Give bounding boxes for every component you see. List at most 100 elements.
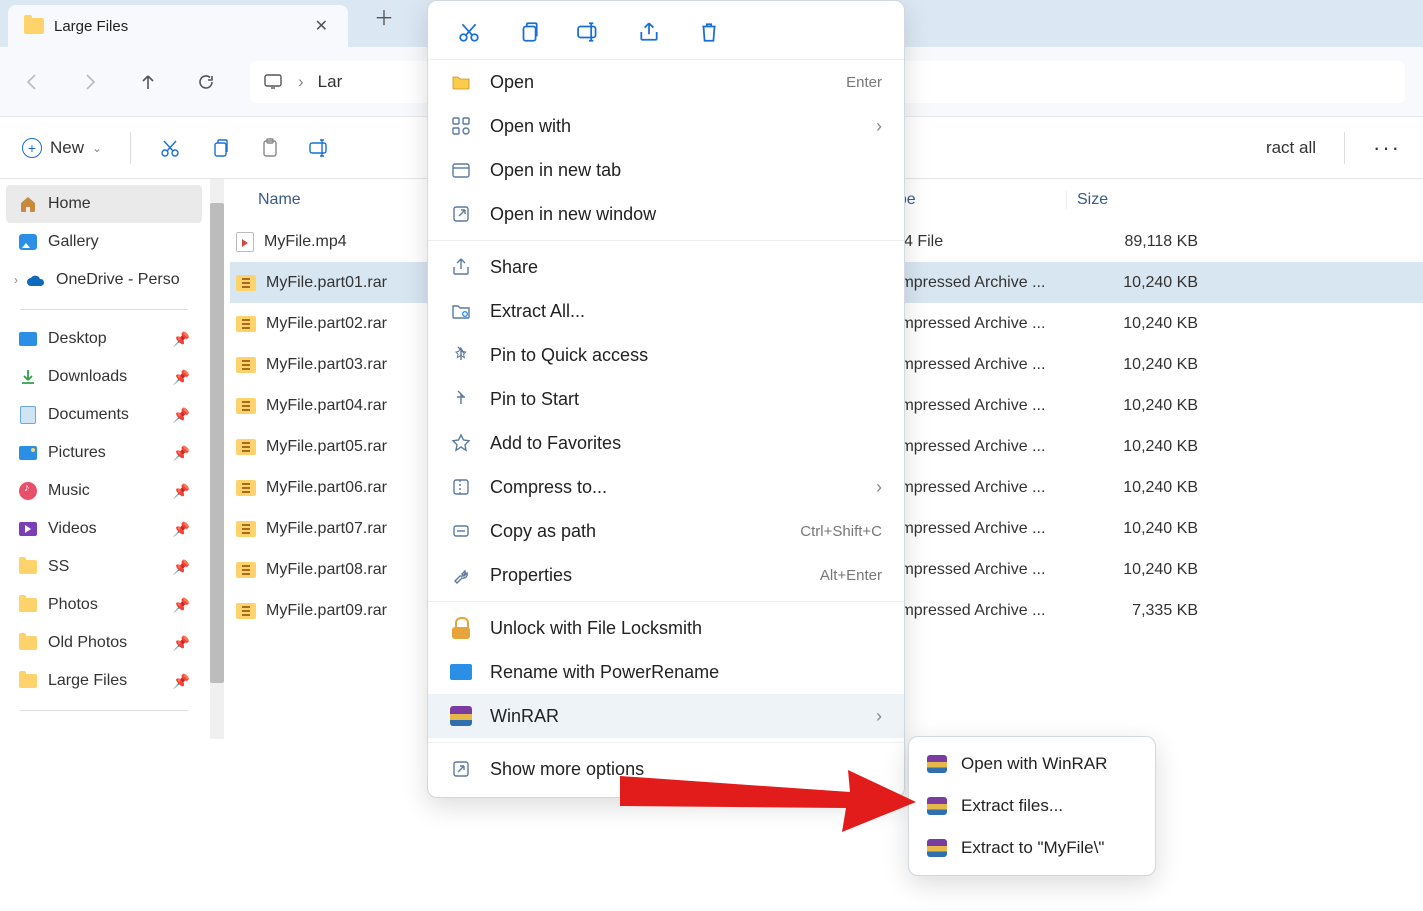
- ctx-cut-icon[interactable]: [456, 19, 482, 45]
- forward-button[interactable]: [76, 68, 104, 96]
- winrar-icon: [927, 797, 947, 815]
- ctx-copy-path[interactable]: Copy as path Ctrl+Shift+C: [428, 509, 904, 553]
- ctx-add-favorites[interactable]: Add to Favorites: [428, 421, 904, 465]
- file-name: MyFile.part02.rar: [266, 315, 387, 333]
- monitor-icon: [264, 74, 284, 90]
- folder-icon: [19, 598, 37, 612]
- sub-extract-to[interactable]: Extract to "MyFile\": [909, 827, 1155, 869]
- pin-icon: 📌: [173, 673, 190, 690]
- cut-button[interactable]: [159, 137, 181, 159]
- ctx-rename-icon[interactable]: [576, 19, 602, 45]
- pin-icon: 📌: [173, 597, 190, 614]
- winrar-submenu: Open with WinRAR Extract files... Extrac…: [908, 736, 1156, 876]
- sidebar-item-desktop[interactable]: Desktop📌: [6, 320, 202, 358]
- sidebar-item-documents[interactable]: Documents📌: [6, 396, 202, 434]
- ctx-open-new-tab[interactable]: Open in new tab: [428, 148, 904, 192]
- ctx-copy-icon[interactable]: [516, 19, 542, 45]
- ctx-compress[interactable]: Compress to... ›: [428, 465, 904, 509]
- tab-title: Large Files: [54, 18, 297, 35]
- sub-extract-files[interactable]: Extract files...: [909, 785, 1155, 827]
- plus-icon: +: [22, 138, 42, 158]
- new-tab-button[interactable]: ＋: [368, 0, 400, 37]
- ctx-open-new-window[interactable]: Open in new window: [428, 192, 904, 236]
- sidebar-item-label: Pictures: [48, 444, 106, 462]
- sidebar-item-label: SS: [48, 558, 69, 576]
- sidebar-item-large-files[interactable]: Large Files📌: [6, 662, 202, 700]
- winrar-icon: [927, 839, 947, 857]
- sidebar-home[interactable]: Home: [6, 185, 202, 223]
- refresh-button[interactable]: [192, 68, 220, 96]
- ctx-show-more[interactable]: Show more options: [428, 747, 904, 791]
- new-window-icon: [450, 203, 472, 225]
- sidebar-item-photos[interactable]: Photos 📌: [6, 586, 202, 624]
- sidebar-onedrive[interactable]: › OneDrive - Perso: [6, 261, 202, 299]
- sub-open-winrar[interactable]: Open with WinRAR: [909, 743, 1155, 785]
- paste-button[interactable]: [259, 137, 281, 159]
- sidebar-home-label: Home: [48, 195, 91, 213]
- chevron-down-icon: ⌄: [92, 141, 102, 155]
- more-options-icon: [450, 758, 472, 780]
- sidebar-item-downloads[interactable]: Downloads📌: [6, 358, 202, 396]
- file-icon: [236, 521, 256, 537]
- close-tab-button[interactable]: ✕: [307, 12, 336, 40]
- breadcrumb-separator: ›: [298, 72, 304, 92]
- sidebar-separator: [20, 309, 188, 310]
- ctx-share-icon[interactable]: [636, 19, 662, 45]
- onedrive-icon: [26, 270, 46, 290]
- lock-icon: [451, 617, 471, 639]
- file-icon: [236, 232, 254, 252]
- sidebar-item-old-photos[interactable]: Old Photos📌: [6, 624, 202, 662]
- ctx-delete-icon[interactable]: [696, 19, 722, 45]
- more-button[interactable]: ···: [1373, 135, 1401, 161]
- context-top-actions: [428, 1, 904, 60]
- file-icon: [236, 316, 256, 332]
- back-button[interactable]: [18, 68, 46, 96]
- extract-all-button[interactable]: ract all: [1266, 138, 1316, 158]
- tab-active[interactable]: Large Files ✕: [8, 5, 348, 47]
- sidebar-item-ss[interactable]: SS📌: [6, 548, 202, 586]
- file-name: MyFile.part05.rar: [266, 438, 387, 456]
- sidebar-item-pictures[interactable]: Pictures📌: [6, 434, 202, 472]
- ctx-extract-all[interactable]: Extract All...: [428, 289, 904, 333]
- sidebar-gallery[interactable]: Gallery: [6, 223, 202, 261]
- winrar-icon: [927, 755, 947, 773]
- separator: [1344, 132, 1345, 164]
- file-name: MyFile.mp4: [264, 233, 347, 251]
- pin-icon: 📌: [173, 483, 190, 500]
- rename-button[interactable]: [309, 137, 331, 159]
- ctx-open[interactable]: Open Enter: [428, 60, 904, 104]
- folder-icon: [19, 332, 37, 346]
- file-size: 10,240 KB: [1066, 438, 1216, 456]
- ctx-power-rename[interactable]: Rename with PowerRename: [428, 650, 904, 694]
- chevron-right-icon: ›: [876, 477, 882, 498]
- folder-icon: [19, 560, 37, 574]
- context-menu: Open Enter Open with › Open in new tab O…: [427, 0, 905, 798]
- folder-icon: [19, 636, 37, 650]
- file-size: 10,240 KB: [1066, 479, 1216, 497]
- col-size[interactable]: Size: [1066, 191, 1216, 209]
- ctx-winrar[interactable]: WinRAR ›: [428, 694, 904, 738]
- ctx-file-locksmith[interactable]: Unlock with File Locksmith: [428, 606, 904, 650]
- separator: [130, 132, 131, 164]
- ctx-pin-start[interactable]: Pin to Start: [428, 377, 904, 421]
- ctx-pin-quick[interactable]: Pin to Quick access: [428, 333, 904, 377]
- address-text: Lar: [318, 72, 343, 92]
- new-button[interactable]: + New ⌄: [22, 138, 102, 158]
- ctx-separator: [428, 601, 904, 602]
- sidebar-item-label: Photos: [48, 596, 98, 614]
- up-button[interactable]: [134, 68, 162, 96]
- gallery-icon: [19, 234, 37, 250]
- pin-icon: 📌: [173, 635, 190, 652]
- sidebar-item-videos[interactable]: Videos📌: [6, 510, 202, 548]
- chevron-right-icon: ›: [876, 116, 882, 137]
- ctx-open-with[interactable]: Open with ›: [428, 104, 904, 148]
- file-name: MyFile.part08.rar: [266, 561, 387, 579]
- ctx-share[interactable]: Share: [428, 245, 904, 289]
- download-icon: [18, 367, 38, 387]
- copy-button[interactable]: [209, 137, 231, 159]
- ctx-properties[interactable]: Properties Alt+Enter: [428, 553, 904, 597]
- file-name: MyFile.part09.rar: [266, 602, 387, 620]
- ctx-separator: [428, 742, 904, 743]
- sidebar-item-label: Music: [48, 482, 90, 500]
- sidebar-item-music[interactable]: Music 📌: [6, 472, 202, 510]
